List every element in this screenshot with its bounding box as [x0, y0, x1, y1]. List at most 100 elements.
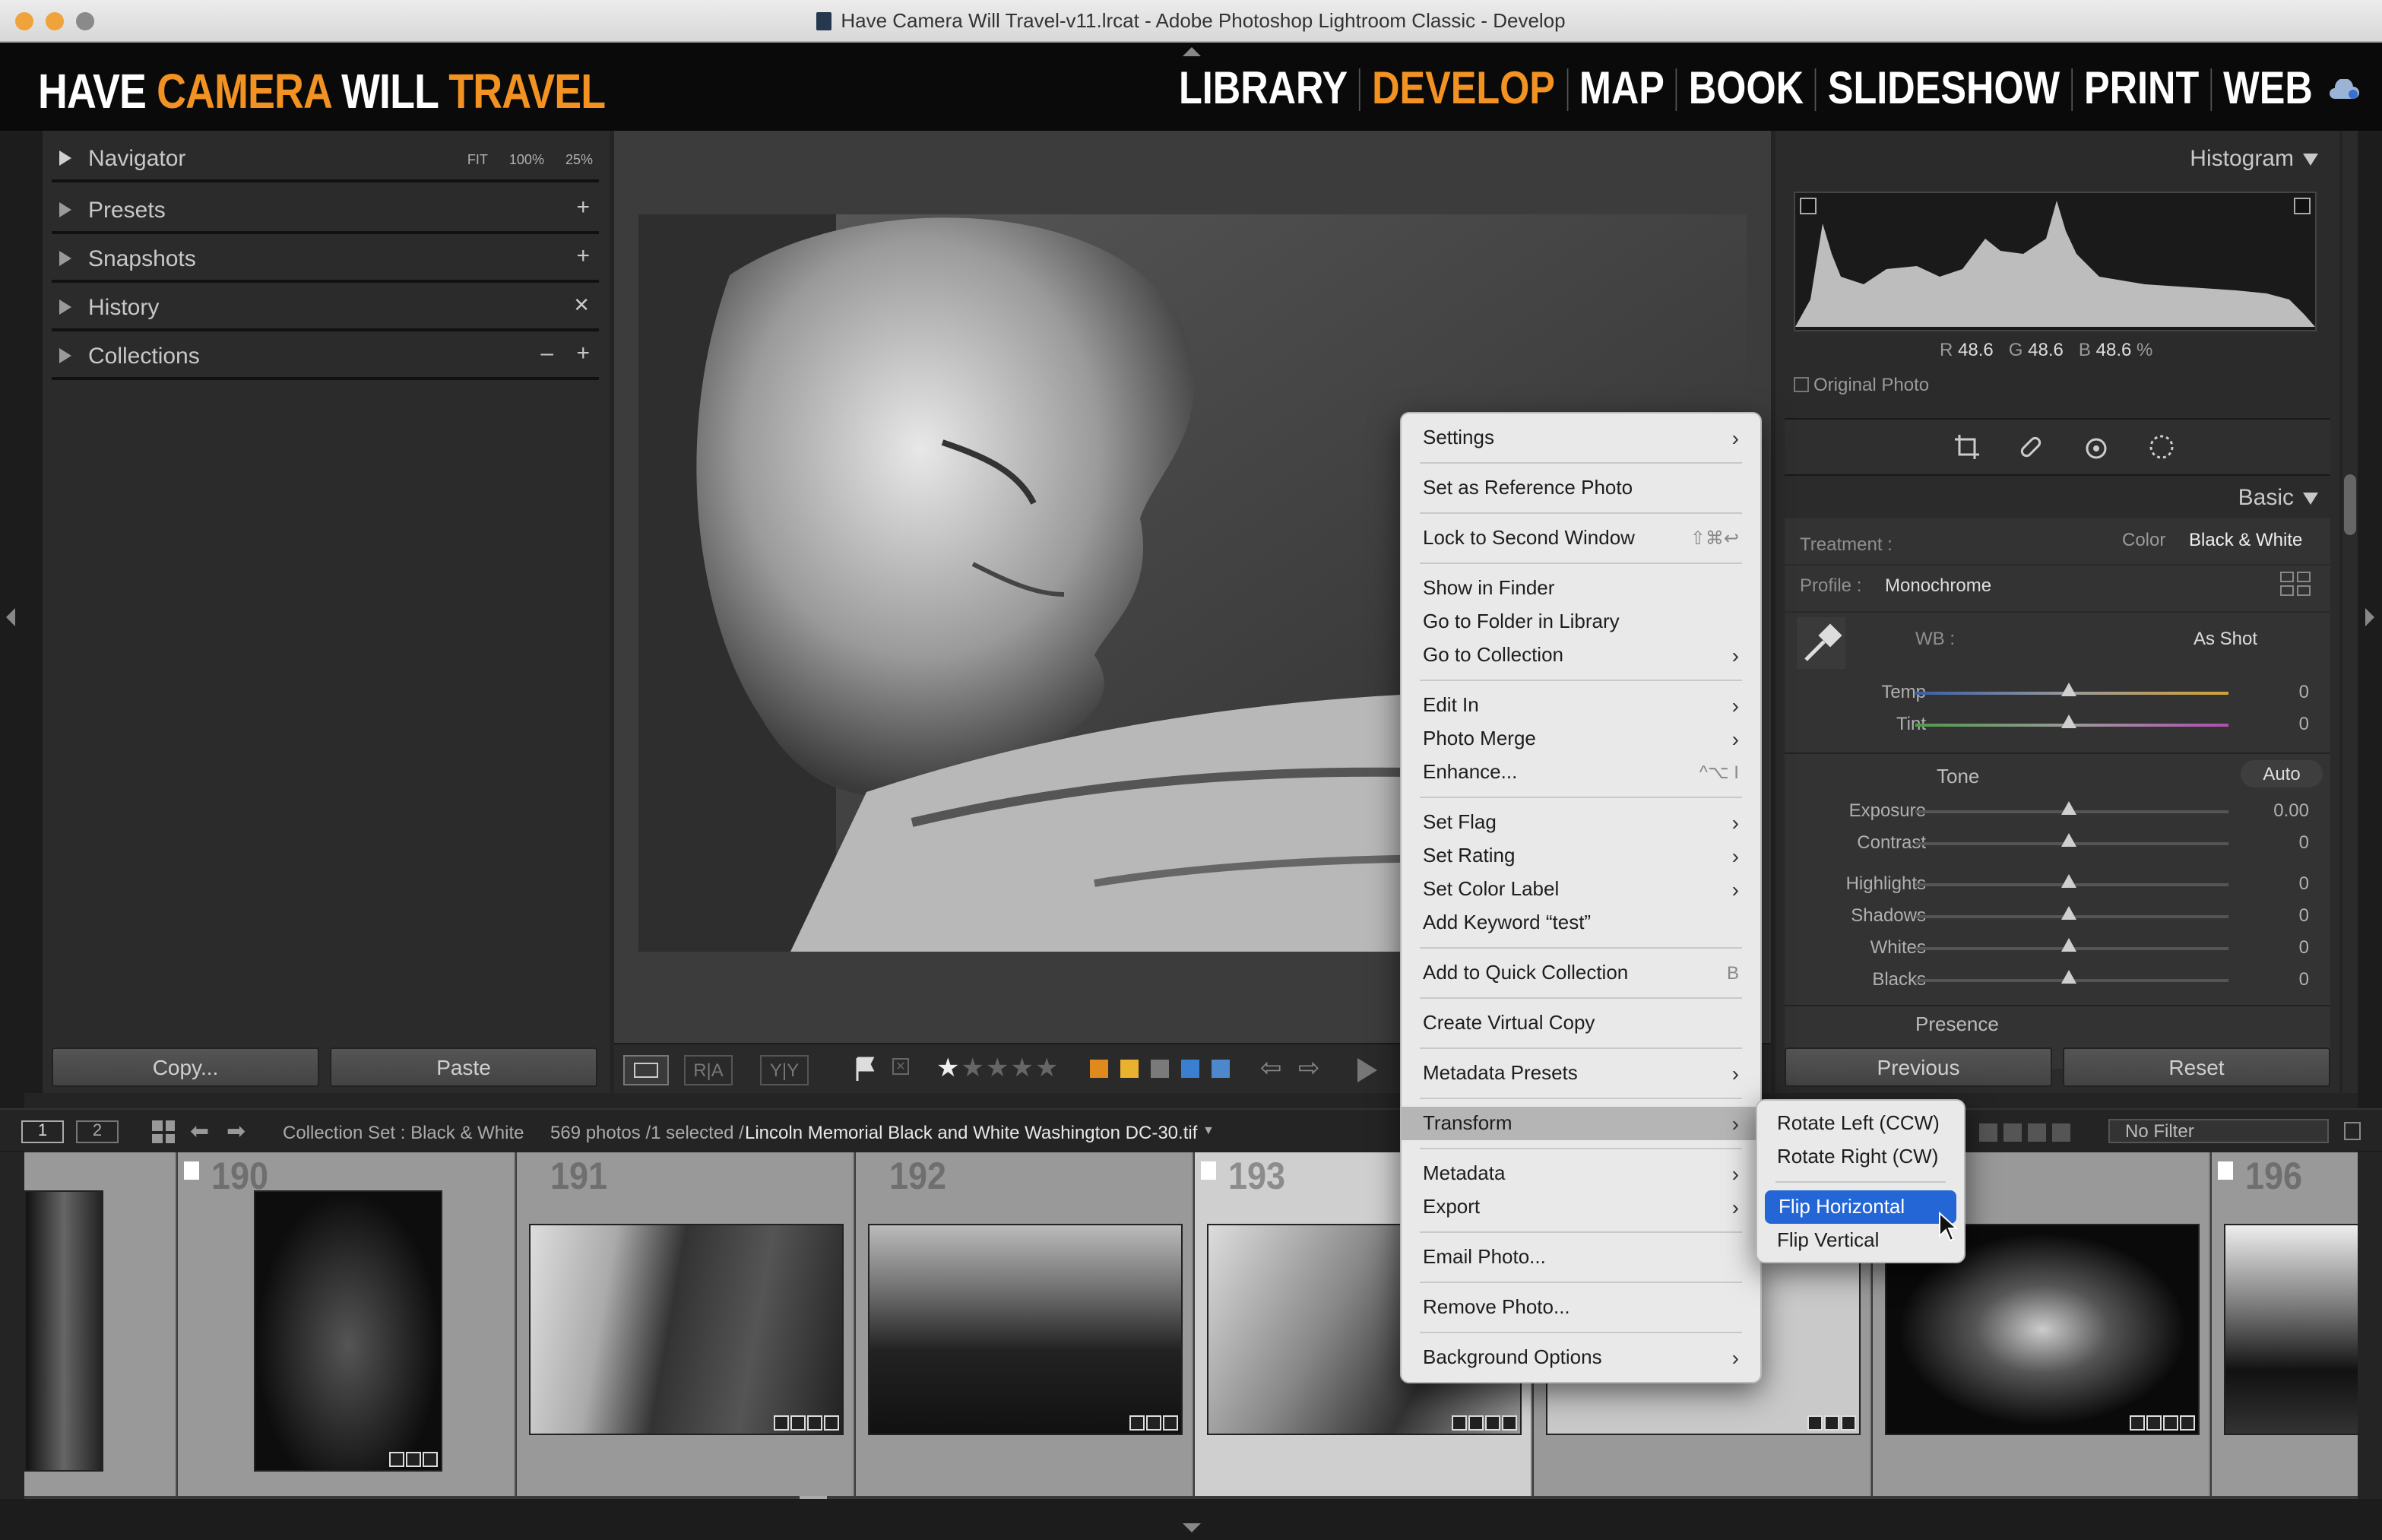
zoom-25[interactable]: 25% — [565, 152, 593, 167]
play-slideshow-icon[interactable] — [1357, 1058, 1377, 1082]
module-web[interactable]: WEB — [2212, 64, 2324, 116]
slider-shadows[interactable]: Shadows 0 — [1775, 900, 2339, 930]
top-panel-toggle-icon[interactable] — [1183, 47, 1201, 56]
forward-arrow-icon[interactable]: ➡ — [226, 1117, 245, 1145]
grid-view-icon[interactable] — [152, 1120, 175, 1143]
menu-item-set-color-label[interactable]: Set Color Label › — [1402, 873, 1760, 906]
remove-collection-icon[interactable]: – — [540, 341, 553, 366]
white-balance-eyedropper-icon[interactable] — [1797, 617, 1845, 669]
reject-flag-icon[interactable]: ✕ — [892, 1058, 909, 1075]
menu-item-set-reference-photo[interactable]: Set as Reference Photo — [1402, 471, 1760, 505]
pick-flag-icon[interactable] — [854, 1057, 876, 1081]
previous-settings-button[interactable]: Previous — [1785, 1047, 2052, 1087]
navigator-header[interactable]: Navigator FIT 100% 25% — [52, 134, 599, 182]
menu-item-metadata[interactable]: Metadata › — [1402, 1157, 1760, 1190]
source-label[interactable]: Collection Set : Black & White — [283, 1122, 524, 1143]
menu-item-metadata-presets[interactable]: Metadata Presets › — [1402, 1057, 1760, 1090]
main-window-button[interactable]: 1 — [21, 1120, 64, 1143]
module-slideshow[interactable]: SLIDESHOW — [1817, 64, 2071, 116]
menu-item-export[interactable]: Export › — [1402, 1190, 1760, 1224]
auto-tone-button[interactable]: Auto — [2241, 760, 2323, 787]
red-eye-tool-icon[interactable] — [2083, 433, 2110, 461]
filter-dropdown[interactable]: No Filter — [2108, 1119, 2329, 1143]
wb-dropdown[interactable]: As Shot — [2194, 628, 2257, 649]
profile-browser-icon[interactable] — [2280, 572, 2311, 596]
presets-header[interactable]: Presets + — [52, 185, 599, 234]
slider-temp[interactable]: Temp 0 — [1775, 677, 2339, 707]
profile-dropdown[interactable]: Monochrome — [1885, 575, 1991, 596]
previous-photo-icon[interactable]: ⇦ — [1260, 1054, 1282, 1084]
add-snapshot-icon[interactable]: + — [576, 243, 590, 269]
history-header[interactable]: History ✕ — [52, 283, 599, 331]
slider-whites[interactable]: Whites 0 — [1775, 932, 2339, 962]
color-label-gray[interactable] — [1151, 1060, 1169, 1078]
histogram-header[interactable]: Histogram — [2190, 146, 2318, 172]
clear-history-icon[interactable]: ✕ — [573, 293, 590, 318]
menu-item-go-to-folder[interactable]: Go to Folder in Library — [1402, 605, 1760, 638]
healing-tool-icon[interactable] — [2017, 433, 2045, 461]
menu-item-add-quick-collection[interactable]: Add to Quick Collection B — [1402, 956, 1760, 990]
slider-blacks[interactable]: Blacks 0 — [1775, 964, 2339, 994]
filmstrip-thumbnail[interactable] — [2224, 1224, 2358, 1435]
filmstrip-cell[interactable]: 192 — [856, 1152, 1193, 1496]
filmstrip-thumbnail[interactable] — [529, 1224, 844, 1435]
add-preset-icon[interactable]: + — [576, 195, 590, 220]
menu-item-go-to-collection[interactable]: Go to Collection › — [1402, 638, 1760, 672]
color-label-blue[interactable] — [1181, 1060, 1199, 1078]
color-label-purple[interactable] — [1212, 1060, 1230, 1078]
loupe-view-icon[interactable] — [623, 1055, 669, 1085]
menu-item-background-options[interactable]: Background Options › — [1402, 1341, 1760, 1374]
menu-item-rotate-right[interactable]: Rotate Right (CW) — [1757, 1140, 1964, 1174]
menu-item-set-flag[interactable]: Set Flag › — [1402, 806, 1760, 839]
menu-item-email-photo[interactable]: Email Photo... — [1402, 1241, 1760, 1274]
treatment-bw-option[interactable]: Black & White — [2189, 529, 2302, 550]
right-panel-toggle-icon[interactable] — [2365, 608, 2374, 626]
highlight-clipping-icon[interactable] — [2294, 198, 2311, 214]
menu-item-remove-photo[interactable]: Remove Photo... — [1402, 1291, 1760, 1324]
cloud-sync-icon[interactable] — [2327, 79, 2361, 100]
filmstrip-thumbnail[interactable] — [24, 1190, 103, 1472]
menu-item-flip-horizontal[interactable]: Flip Horizontal — [1765, 1190, 1956, 1224]
original-photo-checkbox[interactable]: Original Photo — [1794, 374, 1929, 395]
histogram[interactable] — [1794, 192, 2317, 331]
crop-tool-icon[interactable] — [1953, 433, 1981, 461]
next-photo-icon[interactable]: ⇨ — [1298, 1054, 1320, 1084]
right-panel-scrollbar[interactable] — [2342, 131, 2358, 1093]
module-map[interactable]: MAP — [1568, 64, 1676, 116]
left-panel-toggle-icon[interactable] — [6, 608, 15, 626]
menu-item-lock-second-window[interactable]: Lock to Second Window ⇧⌘↩ — [1402, 521, 1760, 555]
filmstrip-cell[interactable]: 190 — [178, 1152, 515, 1496]
slider-contrast[interactable]: Contrast 0 — [1775, 827, 2339, 857]
filmstrip-cell[interactable]: 196 — [2212, 1152, 2358, 1496]
second-window-button[interactable]: 2 — [76, 1120, 119, 1143]
basic-header[interactable]: Basic — [2238, 485, 2318, 511]
menu-item-show-in-finder[interactable]: Show in Finder — [1402, 572, 1760, 605]
zoom-fit[interactable]: FIT — [467, 152, 488, 167]
filmstrip-thumbnail[interactable] — [254, 1190, 442, 1472]
filmstrip-cell[interactable]: 191 — [517, 1152, 854, 1496]
filmstrip-thumbnail[interactable] — [868, 1224, 1183, 1435]
masking-tool-icon[interactable] — [2148, 433, 2175, 461]
copy-settings-button[interactable]: Copy... — [52, 1047, 319, 1087]
back-arrow-icon[interactable]: ⬅ — [190, 1117, 209, 1145]
menu-item-add-keyword[interactable]: Add Keyword “test” — [1402, 906, 1760, 940]
menu-item-create-virtual-copy[interactable]: Create Virtual Copy — [1402, 1006, 1760, 1040]
slider-exposure[interactable]: Exposure 0.00 — [1775, 795, 2339, 825]
color-label-yellow[interactable] — [1120, 1060, 1139, 1078]
menu-item-set-rating[interactable]: Set Rating › — [1402, 839, 1760, 873]
filmstrip-cell[interactable] — [24, 1152, 176, 1496]
module-library[interactable]: LIBRARY — [1167, 64, 1359, 116]
snapshots-header[interactable]: Snapshots + — [52, 234, 599, 283]
paste-settings-button[interactable]: Paste — [330, 1047, 597, 1087]
filmstrip-toggle-icon[interactable] — [1183, 1523, 1201, 1532]
zoom-100[interactable]: 100% — [509, 152, 544, 167]
module-print[interactable]: PRINT — [2073, 64, 2210, 116]
selected-filename[interactable]: Lincoln Memorial Black and White Washing… — [745, 1122, 1197, 1143]
filter-lock-icon[interactable] — [2344, 1122, 2361, 1140]
before-after-split-icon[interactable]: Y|Y — [760, 1055, 809, 1085]
menu-item-settings[interactable]: Settings › — [1402, 421, 1760, 455]
menu-item-flip-vertical[interactable]: Flip Vertical — [1757, 1224, 1964, 1257]
slider-highlights[interactable]: Highlights 0 — [1775, 868, 2339, 898]
module-develop[interactable]: DEVELOP — [1360, 64, 1566, 116]
menu-item-transform[interactable]: Transform › — [1402, 1107, 1760, 1140]
